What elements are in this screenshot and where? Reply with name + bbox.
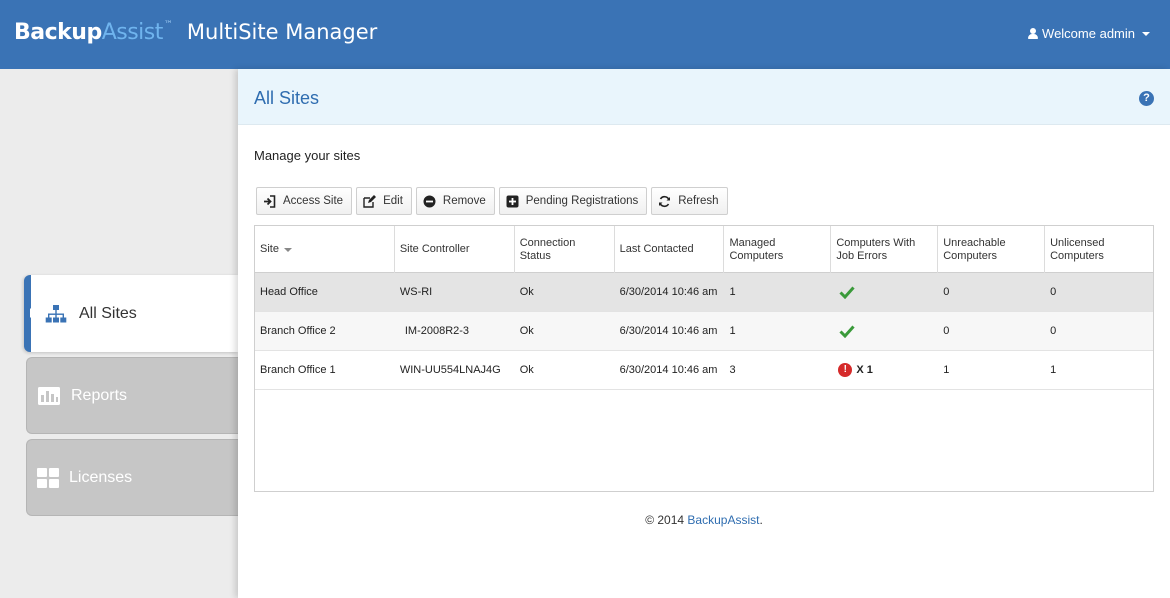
error-icon: ! bbox=[838, 363, 853, 377]
sidebar-item-all-sites[interactable]: All Sites bbox=[24, 275, 238, 352]
column-header-unreachable[interactable]: Unreachable Computers bbox=[938, 226, 1046, 273]
column-header-managed-computers[interactable]: Managed Computers bbox=[724, 226, 832, 273]
user-menu[interactable]: Welcome admin bbox=[1028, 26, 1150, 41]
pending-registrations-button[interactable]: Pending Registrations bbox=[498, 187, 648, 215]
sign-in-icon bbox=[264, 194, 276, 208]
cell-unreachable: 1 bbox=[943, 364, 950, 376]
column-header-job-errors[interactable]: Computers With Job Errors bbox=[831, 226, 939, 273]
footer: © 2014 BackupAssist. bbox=[238, 513, 1170, 527]
sidebar-item-licenses[interactable]: Licenses bbox=[26, 439, 240, 516]
footer-link-backupassist[interactable]: BackupAssist bbox=[687, 513, 759, 527]
user-menu-label: Welcome admin bbox=[1042, 26, 1135, 41]
cell-unreachable: 0 bbox=[943, 325, 950, 337]
edit-icon bbox=[363, 194, 377, 208]
cell-site-controller: WS-RI bbox=[399, 286, 433, 298]
brand-backup: Backup bbox=[14, 20, 102, 45]
page-header: All Sites ? bbox=[238, 69, 1170, 125]
footer-suffix: . bbox=[759, 513, 763, 527]
page-title: All Sites bbox=[254, 88, 320, 108]
sidebar-item-label: Licenses bbox=[69, 468, 133, 486]
edit-button[interactable]: Edit bbox=[356, 187, 412, 215]
main-panel: All Sites ? Manage your sites Access Sit… bbox=[238, 69, 1170, 598]
table-row[interactable]: Branch Office 2 IM-2008R2-3 Ok 6/30/2014… bbox=[255, 312, 1153, 351]
top-bar: Backup Assist ™ MultiSite Manager Welcome … bbox=[0, 0, 1170, 69]
page-subtitle: Manage your sites bbox=[254, 148, 361, 163]
table-row[interactable]: Head Office WS-RI Ok 6/30/2014 10:46 am … bbox=[255, 273, 1153, 312]
cell-managed-computers: 1 bbox=[729, 325, 736, 337]
cell-connection-status: Ok bbox=[519, 286, 534, 298]
cell-last-contacted: 6/30/2014 10:46 am bbox=[619, 364, 718, 376]
cell-unreachable: 0 bbox=[943, 286, 950, 298]
cell-site-controller: IM-2008R2-3 bbox=[404, 325, 470, 337]
cell-unlicensed: 0 bbox=[1050, 325, 1057, 337]
minus-circle-icon bbox=[423, 195, 436, 207]
cell-site-controller: WIN-UU554LNAJ4G bbox=[399, 364, 501, 376]
pending-registrations-label: Pending Registrations bbox=[525, 195, 639, 207]
sidebar: All Sites Reports Licenses bbox=[0, 69, 240, 598]
sort-down-icon bbox=[283, 247, 292, 252]
column-header-connection-status[interactable]: Connection Status bbox=[515, 226, 615, 273]
cell-last-contacted: 6/30/2014 10:46 am bbox=[619, 325, 718, 337]
cell-connection-status: Ok bbox=[519, 364, 534, 376]
cell-site: Head Office bbox=[260, 286, 318, 298]
toolbar: Access Site Edit Remove Pending Registra… bbox=[256, 187, 728, 215]
column-header-site-controller[interactable]: Site Controller bbox=[395, 226, 515, 273]
cell-job-errors: ! X 1 bbox=[831, 351, 938, 389]
grid-icon bbox=[37, 467, 59, 488]
access-site-label: Access Site bbox=[283, 195, 344, 207]
column-header-site[interactable]: Site bbox=[255, 226, 395, 273]
refresh-label: Refresh bbox=[678, 195, 719, 207]
brand-logo[interactable]: Backup Assist ™ MultiSite Manager bbox=[14, 20, 377, 50]
sitemap-icon bbox=[45, 304, 67, 322]
remove-label: Remove bbox=[442, 195, 486, 207]
cell-unlicensed: 1 bbox=[1050, 364, 1057, 376]
cell-last-contacted: 6/30/2014 10:46 am bbox=[619, 286, 718, 298]
cell-job-errors bbox=[831, 312, 938, 350]
plus-square-icon bbox=[506, 195, 519, 207]
active-indicator-arrow bbox=[30, 308, 35, 318]
check-icon bbox=[839, 286, 855, 299]
table-row[interactable]: Branch Office 1 WIN-UU554LNAJ4G Ok 6/30/… bbox=[255, 351, 1153, 390]
cell-site: Branch Office 2 bbox=[260, 325, 336, 337]
sidebar-item-label: Reports bbox=[71, 386, 128, 404]
table-header: Site Site Controller Connection Status L… bbox=[255, 226, 1153, 273]
column-header-unlicensed[interactable]: Unlicensed Computers bbox=[1045, 226, 1153, 273]
cell-managed-computers: 3 bbox=[729, 364, 736, 376]
sidebar-item-reports[interactable]: Reports bbox=[26, 357, 240, 434]
sidebar-item-label: All Sites bbox=[79, 304, 137, 322]
column-header-last-contacted[interactable]: Last Contacted bbox=[615, 226, 725, 273]
sites-table: Site Site Controller Connection Status L… bbox=[254, 225, 1154, 492]
error-count: X 1 bbox=[856, 364, 873, 376]
brand-assist: Assist bbox=[101, 20, 164, 45]
app-name: MultiSite Manager bbox=[186, 20, 378, 44]
cell-connection-status: Ok bbox=[519, 325, 534, 337]
remove-button[interactable]: Remove bbox=[415, 187, 495, 215]
refresh-icon bbox=[659, 195, 671, 207]
cell-managed-computers: 1 bbox=[729, 286, 736, 298]
footer-copyright: © 2014 bbox=[645, 513, 688, 527]
help-icon[interactable]: ? bbox=[1139, 91, 1154, 106]
brand-trademark: ™ bbox=[163, 20, 173, 30]
cell-site: Branch Office 1 bbox=[260, 364, 336, 376]
chevron-down-icon bbox=[1142, 31, 1150, 36]
check-icon bbox=[839, 325, 855, 338]
bar-chart-icon bbox=[38, 386, 60, 405]
cell-unlicensed: 0 bbox=[1050, 286, 1057, 298]
edit-label: Edit bbox=[383, 195, 403, 207]
user-icon bbox=[1028, 28, 1039, 39]
access-site-button[interactable]: Access Site bbox=[256, 187, 353, 215]
refresh-button[interactable]: Refresh bbox=[651, 187, 728, 215]
cell-job-errors bbox=[831, 273, 938, 311]
